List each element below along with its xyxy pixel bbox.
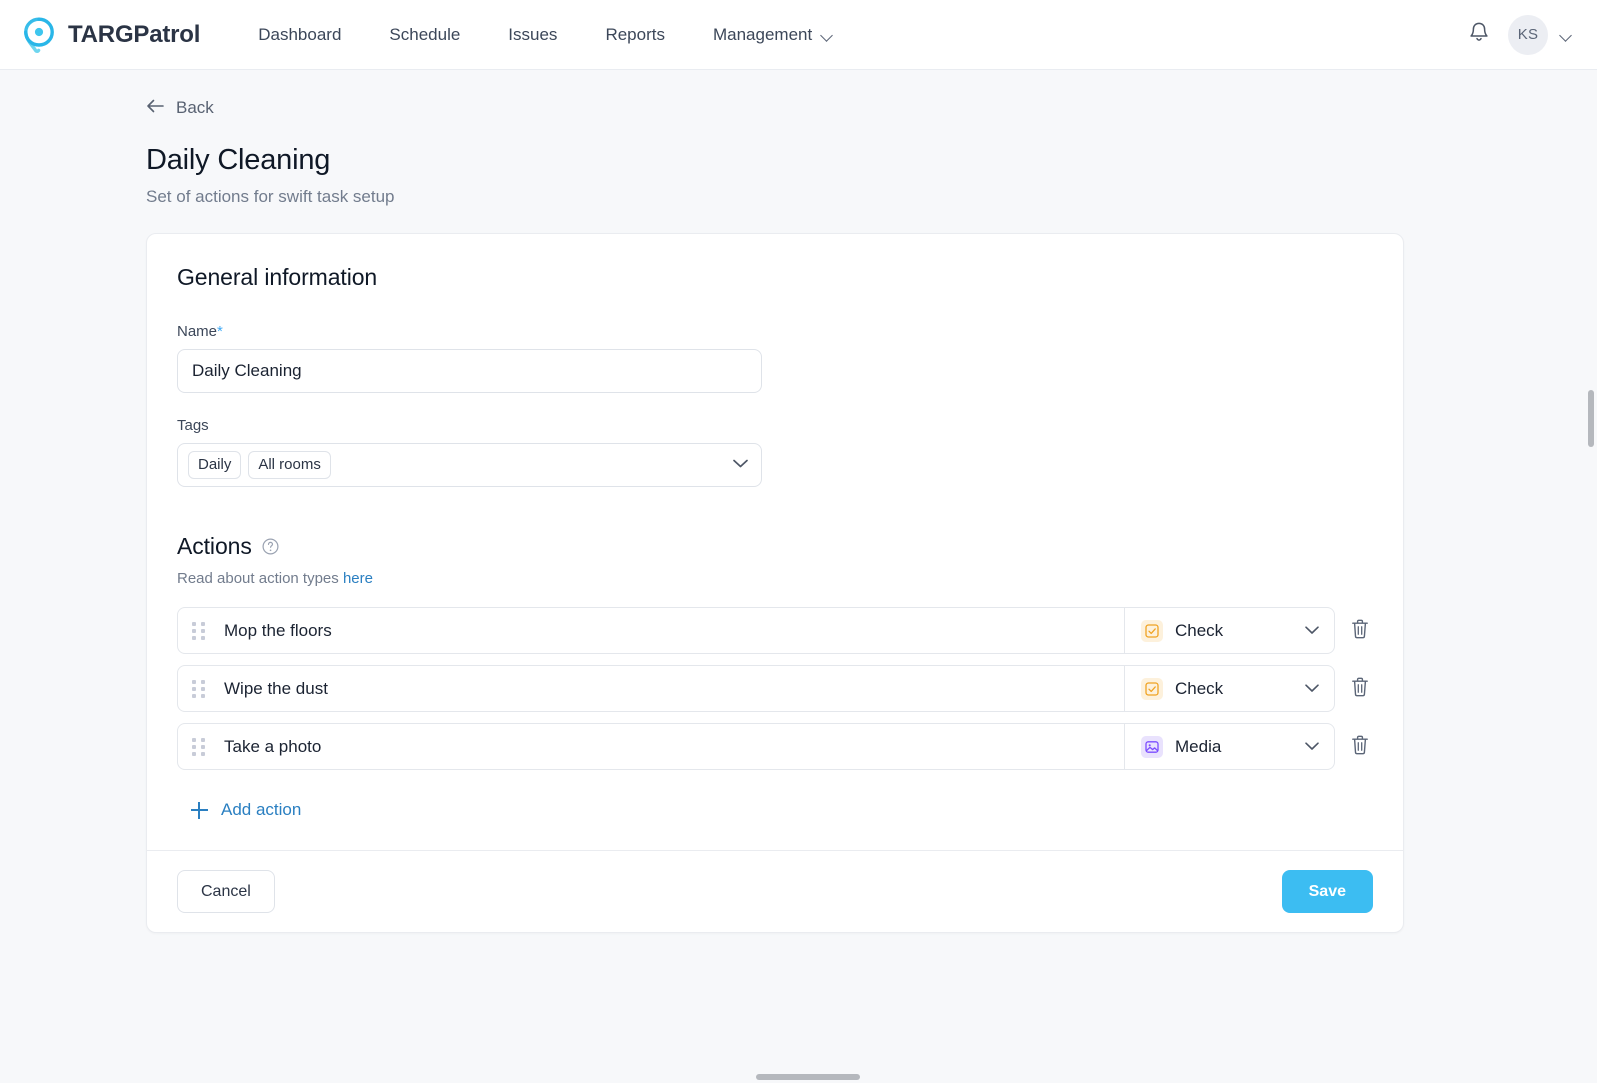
drag-handle-icon[interactable]: [192, 679, 206, 698]
actions-hint-text: Read about action types: [177, 570, 339, 587]
user-menu[interactable]: KS: [1508, 14, 1573, 55]
trash-icon: [1350, 618, 1370, 643]
tag-chip[interactable]: All rooms: [248, 451, 331, 479]
card-footer: Cancel Save: [147, 850, 1403, 932]
top-navbar: TARGPatrol Dashboard Schedule Issues Rep…: [0, 0, 1597, 70]
action-row: Media: [177, 723, 1373, 770]
action-type-label: Check: [1175, 620, 1224, 640]
chevron-down-icon: [1304, 622, 1320, 640]
action-item: Check: [177, 665, 1335, 712]
location-pin-icon: [22, 17, 56, 53]
drag-handle-icon[interactable]: [192, 737, 206, 756]
image-icon: [1141, 735, 1163, 758]
name-field-group: Name*: [177, 323, 1373, 393]
chevron-down-icon: [821, 31, 834, 39]
trash-icon: [1350, 676, 1370, 701]
bell-icon[interactable]: [1468, 20, 1490, 49]
action-type-select[interactable]: Check: [1124, 608, 1334, 653]
horizontal-scrollbar[interactable]: [0, 1072, 1597, 1083]
vertical-scrollbar-thumb[interactable]: [1588, 390, 1594, 447]
delete-action-button[interactable]: [1347, 676, 1373, 702]
action-name-input[interactable]: [222, 666, 1124, 711]
back-button[interactable]: Back: [146, 98, 214, 118]
chevron-down-icon: [1304, 680, 1320, 698]
delete-action-button[interactable]: [1347, 734, 1373, 760]
nav-link-label: Management: [712, 24, 813, 44]
nav-link-label: Reports: [605, 24, 665, 44]
page-title: Daily Cleaning: [146, 144, 331, 176]
brand[interactable]: TARGPatrol: [22, 17, 200, 53]
delete-action-button[interactable]: [1347, 618, 1373, 644]
plus-icon: [191, 801, 208, 819]
nav-link-label: Schedule: [389, 24, 461, 44]
nav-link-label: Issues: [508, 24, 558, 44]
back-label: Back: [176, 98, 214, 117]
name-label-text: Name: [177, 323, 218, 340]
vertical-scrollbar[interactable]: [1584, 70, 1597, 1083]
question-circle-icon[interactable]: [262, 538, 279, 555]
tags-select[interactable]: Daily All rooms: [177, 443, 762, 487]
action-type-select[interactable]: Check: [1124, 666, 1334, 711]
chevron-down-icon: [1560, 31, 1573, 39]
main-nav: Dashboard Schedule Issues Reports Manage…: [234, 15, 858, 55]
action-row: Check: [177, 665, 1373, 712]
form-card: General information Name* Tags Daily All…: [146, 233, 1404, 933]
cancel-button[interactable]: Cancel: [177, 870, 275, 913]
action-type-select[interactable]: Media: [1124, 724, 1334, 769]
action-type-label: Media: [1175, 736, 1222, 756]
action-name-input[interactable]: [222, 608, 1124, 653]
name-input[interactable]: [177, 349, 762, 393]
nav-link-reports[interactable]: Reports: [581, 15, 689, 55]
action-item: Media: [177, 723, 1335, 770]
nav-link-dashboard[interactable]: Dashboard: [234, 15, 365, 55]
drag-handle-icon[interactable]: [192, 621, 206, 640]
brand-name: TARGPatrol: [68, 20, 201, 48]
nav-link-schedule[interactable]: Schedule: [365, 15, 484, 55]
action-types-link[interactable]: here: [343, 570, 373, 587]
action-item: Check: [177, 607, 1335, 654]
actions-header: Actions: [177, 533, 1373, 560]
tags-field-group: Tags Daily All rooms: [177, 417, 1373, 487]
tags-label: Tags: [177, 417, 209, 434]
save-button[interactable]: Save: [1281, 870, 1373, 913]
nav-link-issues[interactable]: Issues: [484, 15, 581, 55]
page-subtitle: Set of actions for swift task setup: [146, 187, 395, 206]
nav-link-label: Dashboard: [258, 24, 342, 44]
trash-icon: [1350, 734, 1370, 759]
check-square-icon: [1141, 677, 1163, 700]
navbar-right: KS: [1468, 14, 1573, 55]
actions-hint: Read about action types here: [177, 570, 1373, 587]
check-square-icon: [1141, 619, 1163, 642]
action-row: Check: [177, 607, 1373, 654]
tag-chip[interactable]: Daily: [188, 451, 242, 479]
actions-title: Actions: [177, 533, 252, 559]
chevron-down-icon[interactable]: [732, 456, 749, 474]
chevron-down-icon: [1304, 738, 1320, 756]
name-label: Name*: [177, 323, 1373, 340]
horizontal-scrollbar-thumb[interactable]: [756, 1074, 860, 1080]
add-action-button[interactable]: Add action: [177, 794, 315, 826]
arrow-left-icon: [146, 99, 164, 118]
nav-link-management[interactable]: Management: [689, 15, 858, 55]
required-marker: *: [217, 323, 223, 340]
avatar: KS: [1508, 14, 1548, 55]
general-information-title: General information: [177, 264, 378, 290]
page-content: Back Daily Cleaning Set of actions for s…: [0, 70, 1597, 1083]
action-name-input[interactable]: [222, 724, 1124, 769]
add-action-label: Add action: [221, 800, 302, 819]
action-type-label: Check: [1175, 678, 1224, 698]
